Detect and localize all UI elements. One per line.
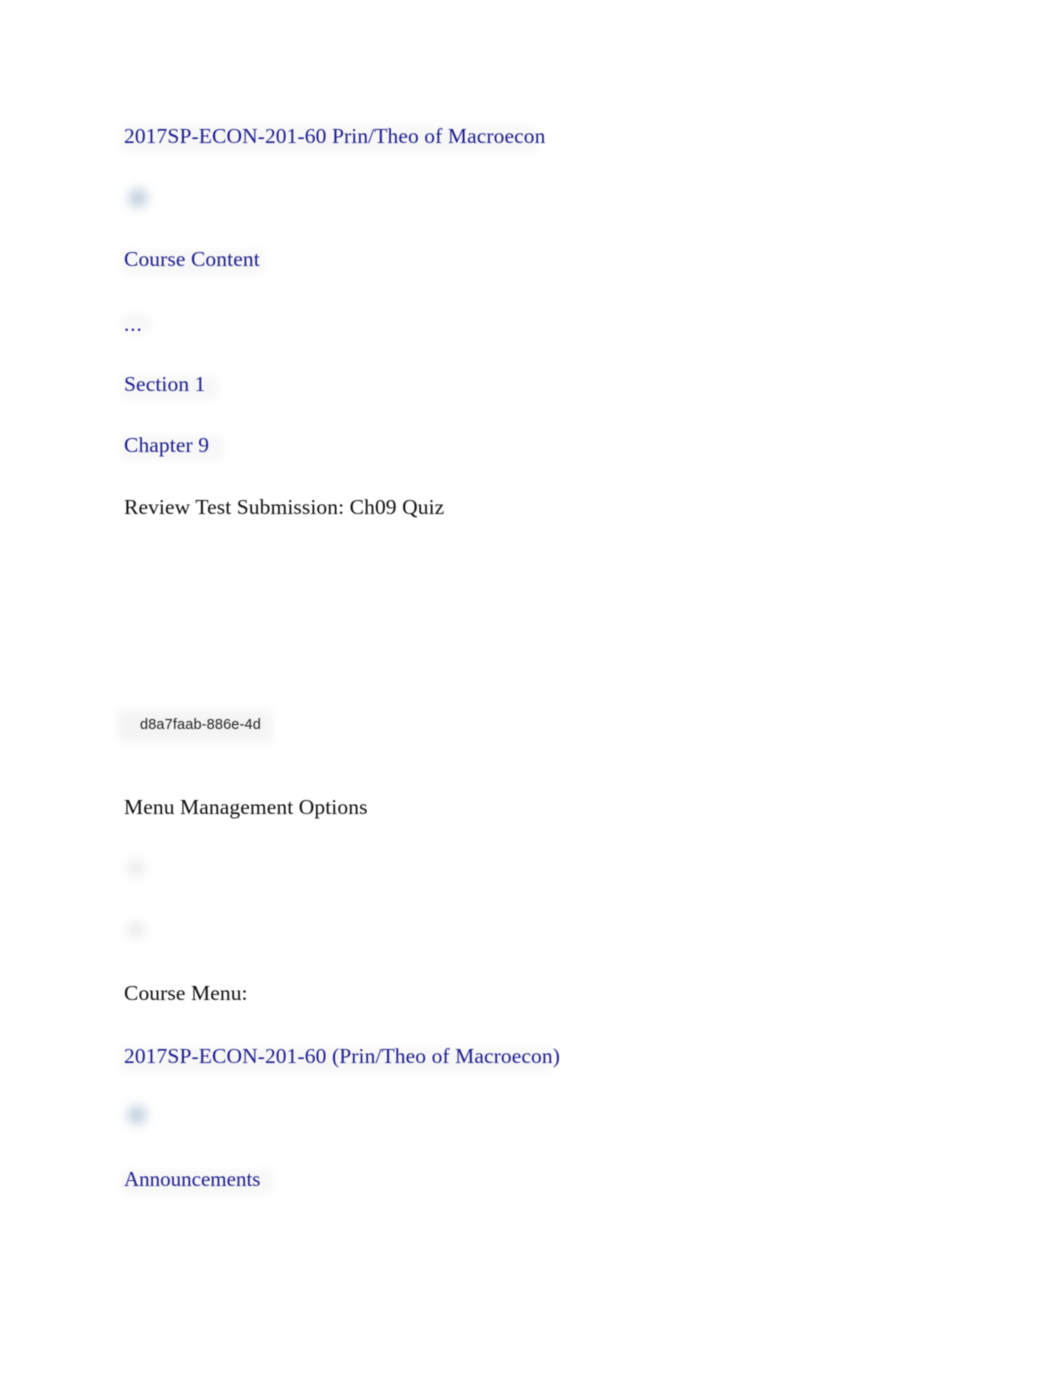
breadcrumb-ellipsis[interactable]: ... [124,312,143,337]
breadcrumb-course-title-link[interactable]: 2017SP-ECON-201-60 Prin/Theo of Macroeco… [124,124,546,150]
breadcrumb-current-page: Review Test Submission: Ch09 Quiz [124,495,445,519]
document-page: 2017SP-ECON-201-60 Prin/Theo of Macroeco… [0,0,1062,1376]
course-menu-course-link[interactable]: 2017SP-ECON-201-60 (Prin/Theo of Macroec… [124,1044,560,1070]
menu-management-heading: Menu Management Options [124,795,368,819]
identifier-value: d8a7faab-886e-4d [140,717,261,733]
breadcrumb-separator-icon [127,187,149,209]
menu-refresh-icon[interactable] [126,920,146,940]
menu-collapse-icon[interactable] [126,858,146,878]
breadcrumb-chapter-link[interactable]: Chapter 9 [124,433,209,459]
course-menu-expand-icon[interactable] [126,1104,148,1126]
breadcrumb-section-link[interactable]: Section 1 [124,372,206,398]
course-menu-item-announcements[interactable]: Announcements [124,1167,260,1192]
breadcrumb-course-content-link[interactable]: Course Content [124,247,260,273]
course-menu-label: Course Menu: [124,981,248,1005]
